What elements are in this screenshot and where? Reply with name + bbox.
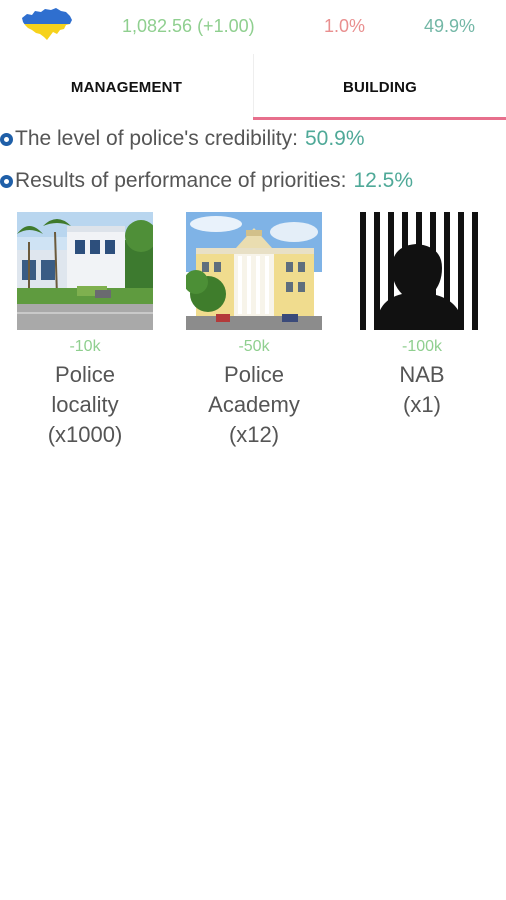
building-cost: -100k: [401, 338, 443, 355]
building-police-locality[interactable]: -10k Police locality (x1000): [17, 212, 153, 450]
building-cost: -10k: [69, 338, 101, 355]
building-police-academy[interactable]: -50k Police Academy (x12): [186, 212, 322, 450]
building-name: Police Academy (x12): [208, 362, 300, 447]
credibility-label: The level of police's credibility:: [15, 127, 298, 150]
tab-building[interactable]: BUILDING: [253, 54, 506, 120]
building-cost: -50k: [238, 338, 270, 355]
bullet-icon: [0, 174, 13, 188]
credibility-value: 50.9%: [304, 127, 365, 150]
police-academy-photo: [186, 212, 322, 330]
status-bar: 1,082.56 (+1.00) 1.0% 49.9%: [0, 0, 506, 54]
building-name: Police locality (x1000): [47, 362, 123, 447]
building-nab[interactable]: -100k NAB (x1): [354, 212, 490, 420]
active-tab-indicator: [253, 117, 506, 120]
ukraine-map-flag-icon: [22, 8, 72, 40]
money-stat: 1,082.56 (+1.00): [122, 16, 255, 36]
police-locality-photo: [17, 212, 153, 330]
prisoner-behind-bars-image: [354, 212, 490, 330]
tab-management[interactable]: MANAGEMENT: [0, 54, 253, 120]
red-percent-stat: 1.0%: [324, 16, 366, 36]
priorities-indicator: Results of performance of priorities: 12…: [0, 169, 413, 193]
bullet-icon: [0, 132, 13, 146]
priorities-label: Results of performance of priorities:: [15, 169, 347, 192]
credibility-indicator: The level of police's credibility: 50.9%: [0, 127, 365, 151]
green-percent-stat: 49.9%: [424, 16, 476, 36]
building-name: NAB (x1): [399, 362, 445, 417]
tab-bar: MANAGEMENT BUILDING: [0, 54, 506, 120]
priorities-value: 12.5%: [353, 169, 414, 192]
